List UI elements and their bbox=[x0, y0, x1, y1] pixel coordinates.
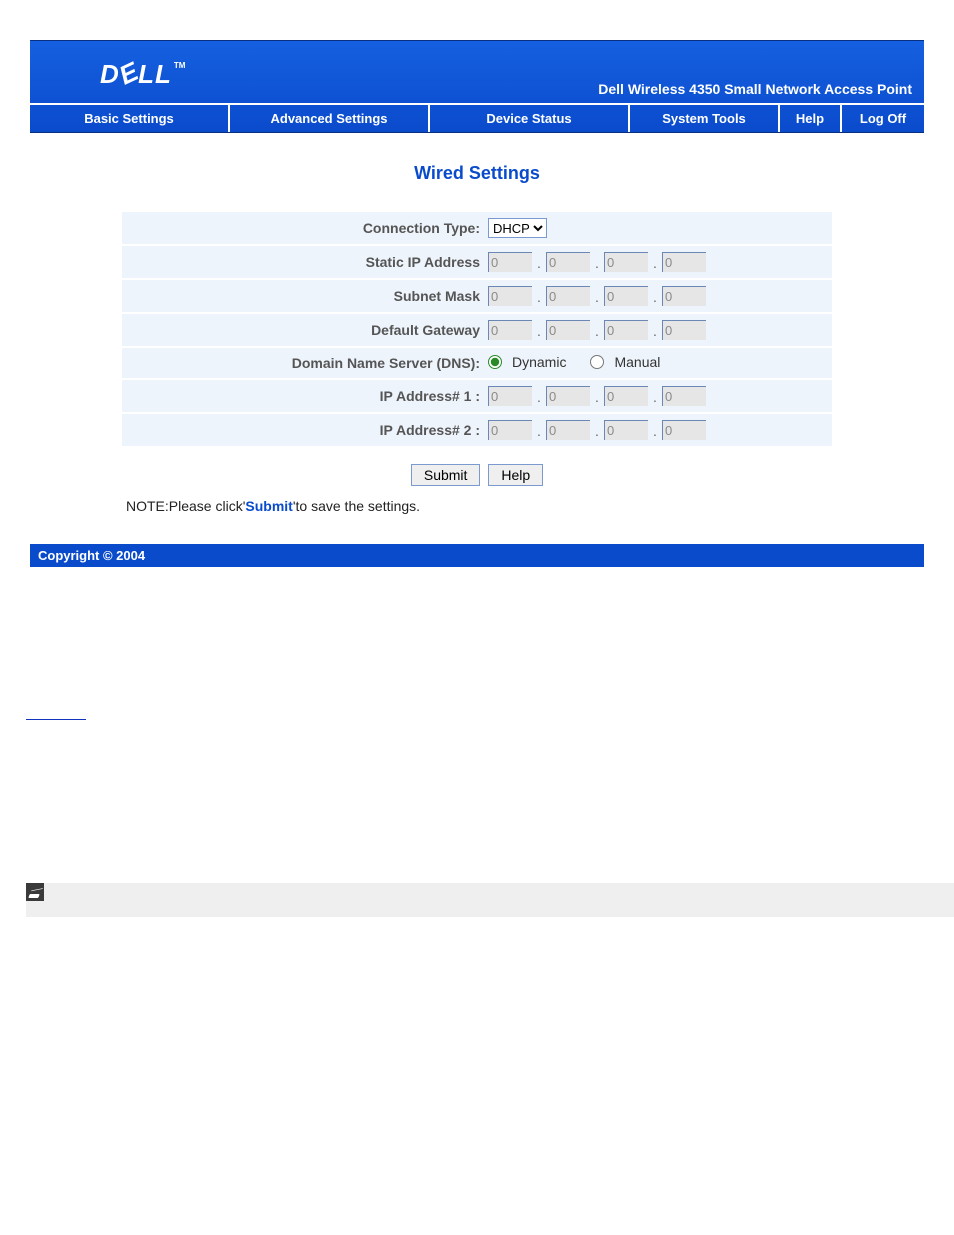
dot-icon: . bbox=[648, 323, 662, 340]
dns-radio-group: Dynamic Manual bbox=[488, 354, 678, 370]
default-gateway-octet-4[interactable] bbox=[662, 320, 706, 340]
nav-logoff[interactable]: Log Off bbox=[842, 105, 924, 132]
subnet-mask-octet-1[interactable] bbox=[488, 286, 532, 306]
subnet-mask-octet-3[interactable] bbox=[604, 286, 648, 306]
static-ip-group: . . . bbox=[488, 252, 706, 272]
static-ip-octet-2[interactable] bbox=[546, 252, 590, 272]
trademark-symbol: TM bbox=[174, 61, 186, 70]
dot-icon: . bbox=[648, 389, 662, 406]
dot-icon: . bbox=[532, 289, 546, 306]
ip1-label: IP Address# 1 : bbox=[122, 380, 482, 412]
static-ip-octet-1[interactable] bbox=[488, 252, 532, 272]
button-row: Submit Help bbox=[30, 464, 924, 486]
ip1-octet-1[interactable] bbox=[488, 386, 532, 406]
settings-form: Connection Type: DHCP Static IP Address … bbox=[122, 212, 832, 446]
static-ip-octet-4[interactable] bbox=[662, 252, 706, 272]
page-wrap: DELLTM Dell Wireless 4350 Small Network … bbox=[0, 40, 954, 567]
dot-icon: . bbox=[590, 255, 604, 272]
note-suffix: to save the settings. bbox=[296, 498, 421, 514]
ip1-octet-4[interactable] bbox=[662, 386, 706, 406]
dns-manual-label[interactable]: Manual bbox=[614, 354, 660, 370]
dot-icon: . bbox=[590, 289, 604, 306]
dns-manual-radio[interactable] bbox=[590, 355, 604, 369]
header-bar: DELLTM Dell Wireless 4350 Small Network … bbox=[30, 40, 924, 133]
subnet-mask-group: . . . bbox=[488, 286, 706, 306]
default-gateway-octet-3[interactable] bbox=[604, 320, 648, 340]
static-ip-label: Static IP Address bbox=[122, 246, 482, 278]
nav-basic-settings[interactable]: Basic Settings bbox=[30, 105, 230, 132]
nav-help[interactable]: Help bbox=[780, 105, 842, 132]
static-ip-octet-3[interactable] bbox=[604, 252, 648, 272]
ip2-group: . . . bbox=[488, 420, 706, 440]
help-button[interactable]: Help bbox=[488, 464, 543, 486]
default-gateway-group: . . . bbox=[488, 320, 706, 340]
page-extras bbox=[0, 567, 954, 917]
dot-icon: . bbox=[648, 423, 662, 440]
ip2-octet-4[interactable] bbox=[662, 420, 706, 440]
page-title: Wired Settings bbox=[30, 163, 924, 184]
connection-type-label: Connection Type: bbox=[122, 212, 482, 244]
subnet-mask-octet-2[interactable] bbox=[546, 286, 590, 306]
note-text: NOTE:Please click'Submit'to save the set… bbox=[126, 498, 924, 514]
dot-icon: . bbox=[532, 423, 546, 440]
dns-label: Domain Name Server (DNS): bbox=[122, 348, 482, 378]
note-callout bbox=[26, 883, 954, 917]
connection-type-select[interactable]: DHCP bbox=[488, 218, 547, 238]
ip1-octet-2[interactable] bbox=[546, 386, 590, 406]
note-highlight: Submit bbox=[245, 498, 292, 514]
dot-icon: . bbox=[532, 323, 546, 340]
default-gateway-octet-1[interactable] bbox=[488, 320, 532, 340]
dot-icon: . bbox=[648, 289, 662, 306]
ip2-octet-1[interactable] bbox=[488, 420, 532, 440]
nav-advanced-settings[interactable]: Advanced Settings bbox=[230, 105, 430, 132]
note-prefix: NOTE:Please click bbox=[126, 498, 243, 514]
nav-system-tools[interactable]: System Tools bbox=[630, 105, 780, 132]
copyright-text: Copyright © 2004 bbox=[38, 548, 145, 563]
footer-bar: Copyright © 2004 bbox=[30, 544, 924, 567]
dot-icon: . bbox=[590, 323, 604, 340]
ip1-group: . . . bbox=[488, 386, 706, 406]
pencil-icon bbox=[26, 883, 44, 901]
content-area: Wired Settings Connection Type: DHCP Sta… bbox=[30, 133, 924, 514]
header-top: DELLTM Dell Wireless 4350 Small Network … bbox=[30, 41, 924, 103]
subnet-mask-label: Subnet Mask bbox=[122, 280, 482, 312]
dot-icon: . bbox=[648, 255, 662, 272]
dot-icon: . bbox=[590, 389, 604, 406]
ip2-octet-3[interactable] bbox=[604, 420, 648, 440]
ip2-octet-2[interactable] bbox=[546, 420, 590, 440]
default-gateway-octet-2[interactable] bbox=[546, 320, 590, 340]
subnet-mask-octet-4[interactable] bbox=[662, 286, 706, 306]
dell-logo: DELLTM bbox=[100, 59, 183, 90]
ip2-label: IP Address# 2 : bbox=[122, 414, 482, 446]
nav-bar: Basic Settings Advanced Settings Device … bbox=[30, 103, 924, 132]
ip1-octet-3[interactable] bbox=[604, 386, 648, 406]
product-title: Dell Wireless 4350 Small Network Access … bbox=[598, 81, 912, 97]
default-gateway-label: Default Gateway bbox=[122, 314, 482, 346]
dot-icon: . bbox=[532, 389, 546, 406]
dot-icon: . bbox=[590, 423, 604, 440]
dot-icon: . bbox=[532, 255, 546, 272]
nav-device-status[interactable]: Device Status bbox=[430, 105, 630, 132]
empty-link[interactable] bbox=[26, 719, 86, 720]
dns-dynamic-label[interactable]: Dynamic bbox=[512, 354, 566, 370]
dns-dynamic-radio[interactable] bbox=[488, 355, 502, 369]
submit-button[interactable]: Submit bbox=[411, 464, 481, 486]
